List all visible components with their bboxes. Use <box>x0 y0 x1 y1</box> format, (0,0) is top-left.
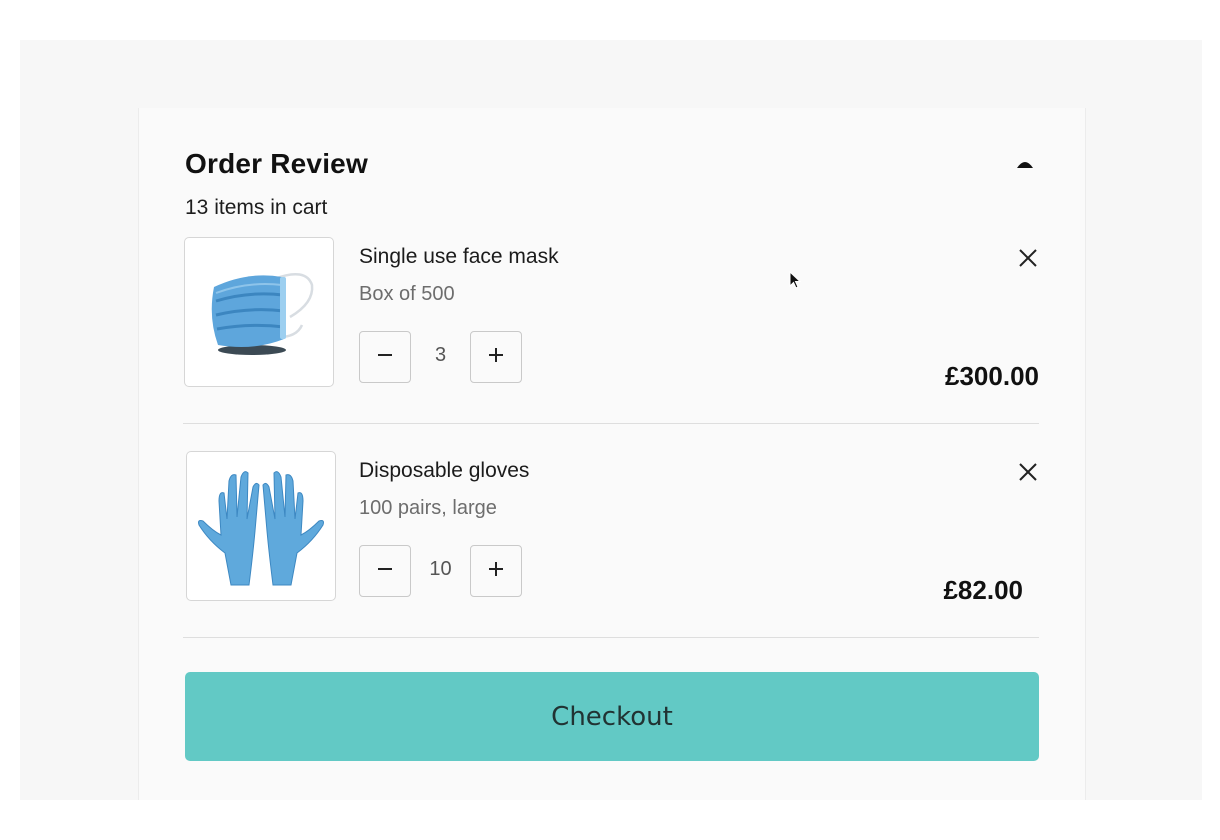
quantity-stepper: 3 <box>359 331 523 383</box>
quantity-value[interactable]: 10 <box>411 558 470 581</box>
increment-button[interactable] <box>470 545 522 597</box>
mouse-cursor-icon <box>789 270 803 291</box>
remove-item-button[interactable] <box>1017 248 1039 273</box>
item-variant: 100 pairs, large <box>359 497 497 519</box>
face-mask-image <box>184 237 334 387</box>
item-variant: Box of 500 <box>359 283 455 305</box>
close-icon <box>1018 248 1038 273</box>
plus-icon <box>487 560 505 583</box>
gloves-image <box>186 451 336 601</box>
minus-icon <box>376 346 394 369</box>
checkout-button[interactable]: Checkout <box>185 672 1039 761</box>
minus-icon <box>376 560 394 583</box>
decrement-button[interactable] <box>359 331 411 383</box>
cart-item-gloves: Disposable gloves 100 pairs, large 10 £8… <box>183 451 1039 638</box>
increment-button[interactable] <box>470 331 522 383</box>
item-name: Disposable gloves <box>359 459 530 482</box>
quantity-stepper: 10 <box>359 545 523 597</box>
cart-item-face-mask: Single use face mask Box of 500 3 £300.0… <box>183 237 1039 424</box>
remove-item-button[interactable] <box>1017 462 1039 487</box>
close-icon <box>1018 462 1038 487</box>
item-price: £300.00 <box>945 361 1039 391</box>
item-price: £82.00 <box>943 575 1023 605</box>
quantity-value[interactable]: 3 <box>411 344 470 367</box>
decrement-button[interactable] <box>359 545 411 597</box>
order-review-title: Order Review <box>185 148 368 179</box>
caret-up-icon <box>1016 156 1034 174</box>
collapse-button[interactable] <box>1012 154 1038 176</box>
plus-icon <box>487 346 505 369</box>
item-name: Single use face mask <box>359 245 559 268</box>
cart-item-count: 13 items in cart <box>185 196 328 219</box>
